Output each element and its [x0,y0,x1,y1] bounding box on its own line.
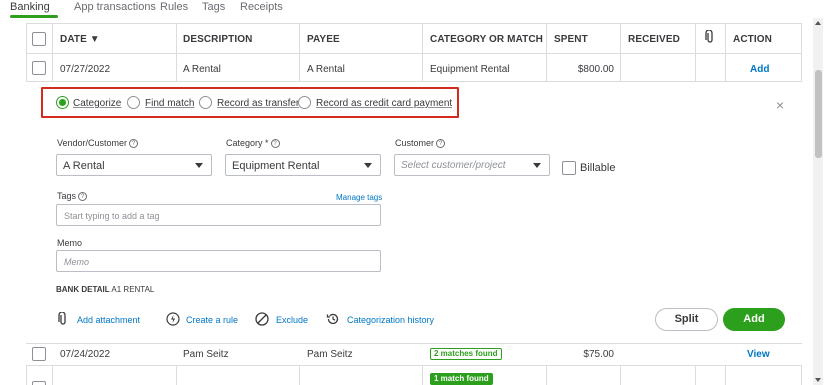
row-divider [26,365,802,366]
help-icon[interactable]: ? [129,139,139,148]
row-date: 07/27/2022 [60,64,111,75]
vendor-label: Vendor/Customer? [57,138,139,148]
scrollbar-thumb[interactable] [815,70,822,158]
tab-receipts[interactable]: Receipts [240,1,283,13]
col-divider [26,23,27,82]
category-select[interactable]: Equipment Rental [225,154,381,176]
row-payee: Pam Seitz [307,349,353,360]
header-received: RECEIVED [628,34,680,45]
row-description: A Rental [183,64,221,75]
col-divider [546,365,547,385]
radio-record-credit-card-payment[interactable] [298,96,311,109]
col-divider [299,23,300,82]
close-icon[interactable]: × [776,97,784,113]
row-description: Pam Seitz [183,349,229,360]
tab-tags[interactable]: Tags [202,1,225,13]
tags-label: Tags? [57,191,88,201]
bank-detail: BANK DETAIL A1 RENTAL [56,285,155,294]
col-divider [695,23,696,82]
row-date: 07/24/2022 [60,349,111,360]
header-spent: SPENT [554,34,588,45]
tab-app-transactions[interactable]: App transactions [74,1,156,13]
exclude-icon [255,312,269,329]
radio-categorize[interactable] [56,96,69,109]
col-divider [801,365,802,385]
header-category-or-match: CATEGORY OR MATCH [430,34,543,45]
col-divider [422,23,423,82]
row-spent: $800.00 [577,64,614,75]
col-divider [299,365,300,385]
radio-find-match[interactable] [127,96,140,109]
help-icon[interactable]: ? [436,139,446,148]
table-border-top [26,23,802,24]
customer-select[interactable]: Select customer/project [394,154,550,176]
tags-input[interactable]: Start typing to add a tag [56,204,381,226]
billable-checkbox[interactable] [562,161,576,175]
manage-tags-link[interactable]: Manage tags [336,193,382,202]
row-checkbox[interactable] [32,347,46,361]
vendor-select[interactable]: A Rental [56,154,212,176]
customer-label: Customer? [395,138,446,148]
radio-record-transfer[interactable] [199,96,212,109]
chevron-down-icon [195,163,203,168]
create-rule-link[interactable]: Create a rule [186,315,238,325]
col-divider [26,365,27,385]
paperclip-icon [58,311,68,329]
col-divider [620,23,621,82]
matches-found-badge[interactable]: 2 matches found [430,348,502,360]
row-checkbox[interactable] [32,61,46,75]
top-tab-bar: Banking App transactions Rules Tags Rece… [0,0,828,20]
header-divider [26,53,802,54]
active-tab-indicator [10,15,58,18]
tab-banking[interactable]: Banking [10,1,50,13]
scroll-up-icon[interactable] [815,21,821,25]
header-description: DESCRIPTION [183,34,253,45]
scroll-down-icon[interactable] [815,378,821,382]
col-divider [620,365,621,385]
add-attachment-link[interactable]: Add attachment [77,315,140,325]
add-button[interactable]: Add [723,308,785,331]
history-icon [326,312,340,329]
col-divider [52,365,53,385]
tab-rules[interactable]: Rules [160,1,188,13]
row-checkbox[interactable] [32,381,46,385]
help-icon[interactable]: ? [78,192,88,201]
radio-label-categorize[interactable]: Categorize [73,98,121,109]
radio-label-record-credit-card-payment[interactable]: Record as credit card payment [316,98,452,109]
lightning-icon [166,312,180,329]
select-all-checkbox[interactable] [32,32,46,46]
col-divider [801,23,802,82]
row-view-link[interactable]: View [747,349,770,360]
row-spent: $75.00 [583,349,614,360]
categorization-history-link[interactable]: Categorization history [347,315,434,325]
header-action: ACTION [733,34,772,45]
split-button[interactable]: Split [655,308,718,331]
match-found-badge[interactable]: 1 match found [430,373,493,385]
col-divider [695,365,696,385]
help-icon[interactable]: ? [270,139,280,148]
header-date[interactable]: DATE ▼ [60,34,100,45]
category-label: Category *? [226,138,280,148]
row-payee: A Rental [307,64,345,75]
billable-label: Billable [580,162,616,174]
col-divider [422,365,423,385]
memo-label: Memo [57,238,83,248]
col-divider [546,23,547,82]
col-divider [52,23,53,82]
chevron-down-icon [364,163,372,168]
radio-label-record-transfer[interactable]: Record as transfer [217,98,299,109]
col-divider [725,23,726,82]
header-payee: PAYEE [307,34,340,45]
col-divider [176,23,177,82]
radio-label-find-match[interactable]: Find match [145,98,194,109]
chevron-down-icon [533,163,541,168]
col-divider [725,365,726,385]
exclude-link[interactable]: Exclude [276,315,308,325]
memo-input[interactable]: Memo [56,250,381,272]
col-divider [176,365,177,385]
row-add-link[interactable]: Add [750,64,769,75]
row-category: Equipment Rental [430,64,510,75]
paperclip-icon [705,29,715,47]
